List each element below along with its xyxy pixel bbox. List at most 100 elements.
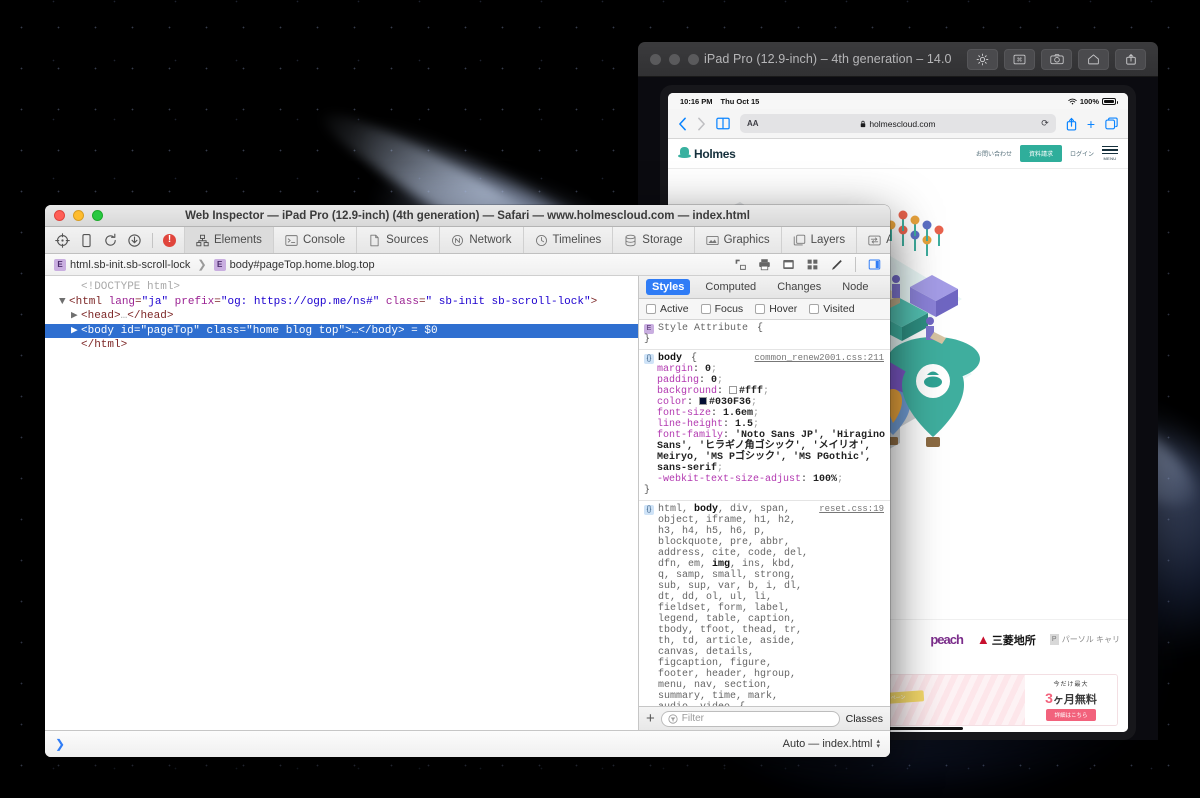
add-rule-button[interactable]: + xyxy=(646,711,655,726)
tab-elements[interactable]: Elements xyxy=(184,227,274,253)
inspector-titlebar[interactable]: Web Inspector — iPad Pro (12.9-inch) (4t… xyxy=(45,205,890,227)
tab-sources[interactable]: Sources xyxy=(357,227,441,253)
back-icon[interactable] xyxy=(678,117,687,131)
css-rule[interactable]: {} body {common_renew2001.css:211 margin: … xyxy=(639,350,890,501)
css-selector[interactable]: html, body, div, span, object, iframe, h… xyxy=(658,504,813,706)
disclosure-triangle-icon[interactable]: ▶ xyxy=(71,309,81,324)
simulator-traffic-lights[interactable] xyxy=(650,53,699,65)
badge-icon[interactable] xyxy=(782,258,795,271)
css-declaration[interactable]: color: #030F36; xyxy=(639,397,890,408)
breadcrumb[interactable]: E html.sb-init.sb-scroll-lock ❯ E body#p… xyxy=(45,254,890,276)
checkbox[interactable] xyxy=(809,304,820,314)
simulator-toolbar-buttons[interactable]: ⌘ xyxy=(967,48,1146,70)
dom-node[interactable]: <!DOCTYPE html> xyxy=(45,280,638,295)
css-declaration[interactable]: background: #fff; xyxy=(639,386,890,397)
css-declaration[interactable]: -webkit-text-size-adjust: 100%; xyxy=(639,474,890,485)
css-declaration[interactable]: font-size: 1.6em; xyxy=(639,408,890,419)
css-selector[interactable]: body { xyxy=(658,353,748,364)
css-declaration[interactable]: font-family: 'Noto Sans JP', 'Hiragino S… xyxy=(639,430,890,474)
minimize-button[interactable] xyxy=(73,210,84,221)
css-rule-header[interactable]: E Style Attribute { xyxy=(639,323,890,334)
styles-tab-bar[interactable]: Styles Computed Changes Node Layers xyxy=(639,276,890,299)
disclosure-triangle-icon[interactable]: ▼ xyxy=(59,295,69,310)
simulator-titlebar[interactable]: iPad Pro (12.9-inch) – 4th generation – … xyxy=(638,42,1158,77)
css-rule-origin[interactable]: common_renew2001.css:211 xyxy=(754,353,884,364)
pseudo-active[interactable]: Active xyxy=(646,303,689,315)
print-icon[interactable] xyxy=(758,258,771,271)
css-rules-list[interactable]: E Style Attribute {} {} body {common_renew2… xyxy=(639,320,890,706)
breadcrumb-item-html[interactable]: E html.sb-init.sb-scroll-lock xyxy=(54,258,190,271)
styles-sidebar[interactable]: Styles Computed Changes Node Layers Acti… xyxy=(638,276,890,730)
classes-button[interactable]: Classes xyxy=(846,713,883,725)
frame-selector[interactable]: Auto — index.html ▴ ▾ xyxy=(783,738,880,750)
checkbox[interactable] xyxy=(700,304,711,314)
zoom-button[interactable] xyxy=(688,53,699,65)
safari-toolbar[interactable]: AA holmescloud.com ⟳ + xyxy=(668,109,1128,139)
nav-request-docs-button[interactable]: 資料請求 xyxy=(1019,145,1062,162)
stepper-icon[interactable]: ▴ ▾ xyxy=(876,738,880,750)
color-swatch[interactable] xyxy=(729,386,738,394)
minimize-button[interactable] xyxy=(669,53,680,65)
dom-node[interactable]: ▶ <head>…</head> xyxy=(45,309,638,324)
nav-login[interactable]: ログイン xyxy=(1070,149,1094,158)
css-rule-header[interactable]: {} html, body, div, span, object, iframe,… xyxy=(639,504,890,706)
checkbox[interactable] xyxy=(646,304,656,314)
tab-console[interactable]: Console xyxy=(274,227,358,253)
share-button[interactable] xyxy=(1115,48,1146,70)
dom-tree-pane[interactable]: <!DOCTYPE html> ▼ <html lang="ja" prefix="… xyxy=(45,276,638,730)
styles-tab-changes[interactable]: Changes xyxy=(771,279,827,295)
tab-storage[interactable]: Storage xyxy=(613,227,695,253)
styles-tab-layers[interactable]: Layers xyxy=(884,279,891,295)
inspector-tab-bar[interactable]: Elements Console Sources Network Timelin… xyxy=(184,227,890,253)
bookmarks-icon[interactable] xyxy=(716,117,730,130)
text-size-button[interactable]: AA xyxy=(747,119,759,128)
console-prompt-icon[interactable]: ❯ xyxy=(55,737,65,751)
layout-ruler-icon[interactable] xyxy=(734,258,747,271)
disclosure-triangle-icon[interactable] xyxy=(71,280,81,295)
new-tab-icon[interactable]: + xyxy=(1087,117,1095,131)
device-mode-icon[interactable] xyxy=(79,233,94,248)
checkbox[interactable] xyxy=(755,304,766,314)
inspector-traffic-lights[interactable] xyxy=(54,210,103,221)
dom-node-selected[interactable]: ▶ <body id="pageTop" class="home blog top… xyxy=(45,323,638,338)
site-nav[interactable]: お問い合わせ 資料請求 ログイン MENU xyxy=(976,145,1118,162)
tab-layers[interactable]: Layers xyxy=(782,227,858,253)
css-declaration[interactable]: margin: 0; xyxy=(639,364,890,375)
show-tabs-icon[interactable] xyxy=(1105,117,1118,130)
web-inspector-window[interactable]: Web Inspector — iPad Pro (12.9-inch) (4t… xyxy=(45,205,890,757)
styles-footer[interactable]: + Filter Classes xyxy=(639,706,890,730)
pseudo-focus[interactable]: Focus xyxy=(700,303,743,315)
breadcrumb-item-body[interactable]: E body#pageTop.home.blog.top xyxy=(213,258,375,271)
disclosure-triangle-icon[interactable] xyxy=(71,338,81,353)
pseudo-visited[interactable]: Visited xyxy=(809,303,855,315)
inspect-element-icon[interactable] xyxy=(55,232,70,248)
tab-network[interactable]: Network xyxy=(440,227,524,253)
share-icon[interactable] xyxy=(1066,117,1077,131)
css-selector[interactable]: Style Attribute { xyxy=(658,323,884,334)
grid-icon[interactable] xyxy=(806,258,819,271)
safari-url-bar[interactable]: AA holmescloud.com ⟳ xyxy=(740,114,1056,133)
css-rule[interactable]: {} html, body, div, span, object, iframe,… xyxy=(639,501,890,706)
css-declaration[interactable]: padding: 0; xyxy=(639,375,890,386)
pseudo-state-bar[interactable]: Active Focus Hover Visited xyxy=(639,299,890,320)
css-rule-origin[interactable]: reset.css:19 xyxy=(819,504,884,515)
close-button[interactable] xyxy=(54,210,65,221)
download-icon[interactable] xyxy=(127,233,142,248)
hamburger-menu-icon[interactable]: MENU xyxy=(1102,145,1118,161)
nav-contact[interactable]: お問い合わせ xyxy=(976,149,1012,158)
sidebar-toggle-icon[interactable] xyxy=(868,258,881,271)
inspector-toolbar[interactable]: ! Elements Console Sources Network Timel… xyxy=(45,227,890,254)
inspector-status-bar[interactable]: ❯ Auto — index.html ▴ ▾ xyxy=(45,730,890,757)
filter-input[interactable]: Filter xyxy=(660,710,840,727)
reload-icon[interactable]: ⟳ xyxy=(1041,118,1049,129)
keyboard-button[interactable]: ⌘ xyxy=(1004,48,1035,70)
styles-tab-node[interactable]: Node xyxy=(836,279,874,295)
zoom-button[interactable] xyxy=(92,210,103,221)
error-badge-icon[interactable]: ! xyxy=(163,233,176,247)
css-rule-header[interactable]: {} body {common_renew2001.css:211 xyxy=(639,353,890,364)
pseudo-hover[interactable]: Hover xyxy=(755,303,797,315)
dom-node[interactable]: ▼ <html lang="ja" prefix="og: https://ogp… xyxy=(45,295,638,310)
tab-timelines[interactable]: Timelines xyxy=(524,227,614,253)
appearance-button[interactable] xyxy=(967,48,998,70)
dom-node[interactable]: </html> xyxy=(45,338,638,353)
